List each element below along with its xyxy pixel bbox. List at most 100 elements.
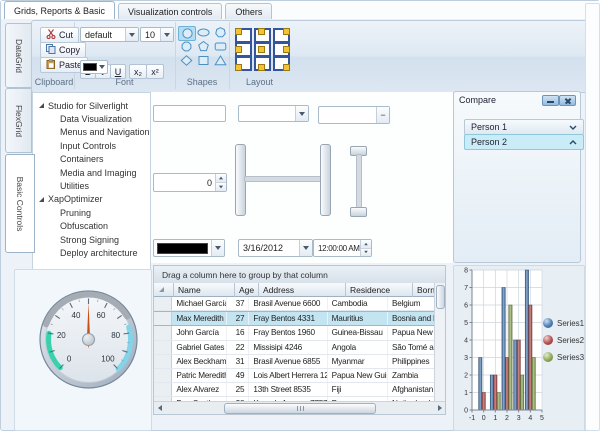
collapsible-box[interactable]: − <box>318 106 390 124</box>
shape-circle-button[interactable] <box>178 26 196 41</box>
collapsed-side-panel[interactable] <box>585 3 600 431</box>
table-row[interactable]: Gabriel Gates22Missisipi 4246AngolaSão T… <box>154 341 435 355</box>
shape-square-button[interactable] <box>195 54 211 67</box>
layout-middle-center-button[interactable] <box>252 41 271 55</box>
hscroll-thumb[interactable] <box>224 403 376 414</box>
chevron-down-icon[interactable] <box>125 28 138 41</box>
range-slider-track[interactable] <box>244 176 322 182</box>
tree-item-xapoptimizer[interactable]: XapOptimizer <box>33 193 150 206</box>
shape-octagon-button[interactable] <box>178 40 194 53</box>
table-row[interactable]: John García16Fray Bentos 1960Guinea-Biss… <box>154 326 435 340</box>
vertical-scrollbar[interactable] <box>434 283 445 402</box>
column-header-residence[interactable]: Residence <box>346 283 413 297</box>
layout-top-center-button[interactable] <box>252 27 271 41</box>
data-grid: Drag a column here to group by that colu… <box>153 265 446 415</box>
shape-rounded-rectangle-button[interactable] <box>212 40 228 53</box>
hscroll-right-arrow[interactable] <box>434 402 445 413</box>
select-all-corner[interactable] <box>154 283 174 297</box>
legend-marker-icon <box>543 335 553 345</box>
expander-person-1[interactable]: Person 1 <box>464 119 584 135</box>
compare-panel: Compare Person 1Person 2 <box>453 91 581 263</box>
shape-triangle-button[interactable] <box>212 54 228 67</box>
color-picker[interactable] <box>153 239 225 257</box>
group-by-bar[interactable]: Drag a column here to group by that colu… <box>154 266 445 284</box>
column-header-name[interactable]: Name <box>174 283 235 297</box>
tab-grids-reports-basic[interactable]: Grids, Reports & Basic <box>4 1 115 19</box>
layout-bottom-center-button[interactable] <box>252 55 271 69</box>
tree-item-strong-signing[interactable]: Strong Signing <box>33 233 150 246</box>
textbox[interactable] <box>153 105 226 122</box>
layout-top-left-button[interactable] <box>233 27 252 41</box>
vslider-bottom-thumb[interactable] <box>350 207 367 217</box>
column-header-age[interactable]: Age <box>235 283 259 297</box>
layout-top-right-button[interactable] <box>271 27 290 41</box>
tree-item-pruning[interactable]: Pruning <box>33 206 150 219</box>
chevron-down-icon[interactable] <box>211 240 224 256</box>
tree-item-utilities[interactable]: Utilities <box>33 179 150 192</box>
tab-visualization-controls[interactable]: Visualization controls <box>118 3 222 19</box>
tree-item-studio-for-silverlight[interactable]: Studio for Silverlight <box>33 99 150 112</box>
shape-pentagon-button[interactable] <box>195 40 211 53</box>
cell: Zambia <box>388 369 435 382</box>
minimize-icon <box>547 101 554 103</box>
font-size-combo[interactable]: 10 <box>140 27 174 42</box>
font-color-picker[interactable] <box>80 60 108 74</box>
time-picker[interactable]: 12:00:00 AM <box>313 239 372 257</box>
table-row[interactable]: Alex Beckham31Brasil Avenue 6855MyanmarP… <box>154 355 435 369</box>
table-row[interactable]: Alex Alvarez2513th Street 8535FijiAfghan… <box>154 383 435 397</box>
shape-diamond-button[interactable] <box>178 54 194 67</box>
expander-icon[interactable] <box>39 197 44 202</box>
table-row[interactable]: Max Meredith27Fray Bentos 4331MauritiusB… <box>154 311 435 326</box>
side-tab-basic-controls[interactable]: Basic Controls <box>5 154 35 253</box>
numeric-spinner[interactable] <box>215 174 226 191</box>
svg-text:60: 60 <box>97 311 106 320</box>
collapse-icon[interactable]: − <box>376 107 389 123</box>
tree-item-data-visualization[interactable]: Data Visualization <box>33 112 150 125</box>
svg-text:100: 100 <box>101 355 115 364</box>
date-picker[interactable]: 3/16/2012 <box>238 239 313 257</box>
cell: 37 <box>227 297 249 310</box>
spin-up-icon <box>216 174 226 183</box>
chevron-down-icon[interactable] <box>295 106 308 121</box>
font-family-combo[interactable]: default <box>80 27 139 42</box>
shape-ellipse-button[interactable] <box>195 26 211 39</box>
cell: 27 <box>227 312 249 325</box>
tree-item-containers[interactable]: Containers <box>33 153 150 166</box>
expander-person-2[interactable]: Person 2 <box>464 134 584 150</box>
layout-bottom-left-button[interactable] <box>233 55 252 69</box>
tree-item-obfuscation[interactable]: Obfuscation <box>33 220 150 233</box>
table-row[interactable]: Patric Meredith49Lois Albert Herrera 121… <box>154 369 435 383</box>
shape-heptagon-button[interactable] <box>212 26 228 39</box>
layout-middle-left-button[interactable] <box>233 41 252 55</box>
column-header-address[interactable]: Address <box>259 283 346 297</box>
table-row[interactable]: Michael García37Brasil Avenue 6600Cambod… <box>154 297 435 311</box>
hscroll-left-arrow[interactable] <box>154 402 165 413</box>
tree-item-input-controls[interactable]: Input Controls <box>33 139 150 152</box>
cell: Michael García <box>172 297 227 310</box>
cell: Myanmar <box>328 355 388 368</box>
layout-middle-right-button[interactable] <box>271 41 290 55</box>
side-tab-datagrid[interactable]: DataGrid <box>5 23 32 88</box>
tree-item-media-and-imaging[interactable]: Media and Imaging <box>33 166 150 179</box>
minimize-button[interactable] <box>542 95 559 106</box>
cell: Alex Alvarez <box>172 383 227 396</box>
combobox[interactable] <box>238 105 309 122</box>
side-tab-flexgrid[interactable]: FlexGrid <box>5 88 32 153</box>
date-value: 3/16/2012 <box>239 243 299 253</box>
range-slider-right-thumb[interactable] <box>320 144 331 216</box>
svg-text:0: 0 <box>482 415 486 422</box>
close-button[interactable] <box>559 95 576 106</box>
tree-item-deploy-architecture[interactable]: Deploy architecture <box>33 246 150 259</box>
chevron-down-icon[interactable] <box>160 28 173 41</box>
time-spinner[interactable] <box>360 240 371 256</box>
chevron-down-icon[interactable] <box>299 240 312 256</box>
vslider-track[interactable] <box>356 154 362 210</box>
tree-item-menus-and-navigation[interactable]: Menus and Navigation <box>33 126 150 139</box>
expander-icon[interactable] <box>39 103 44 108</box>
tab-others[interactable]: Others <box>225 3 272 19</box>
vscroll-thumb[interactable] <box>436 285 445 309</box>
horizontal-scrollbar[interactable] <box>154 401 445 414</box>
time-value: 12:00:00 AM <box>314 244 360 253</box>
numeric-updown[interactable]: 0 <box>153 173 227 192</box>
layout-bottom-right-button[interactable] <box>271 55 290 69</box>
